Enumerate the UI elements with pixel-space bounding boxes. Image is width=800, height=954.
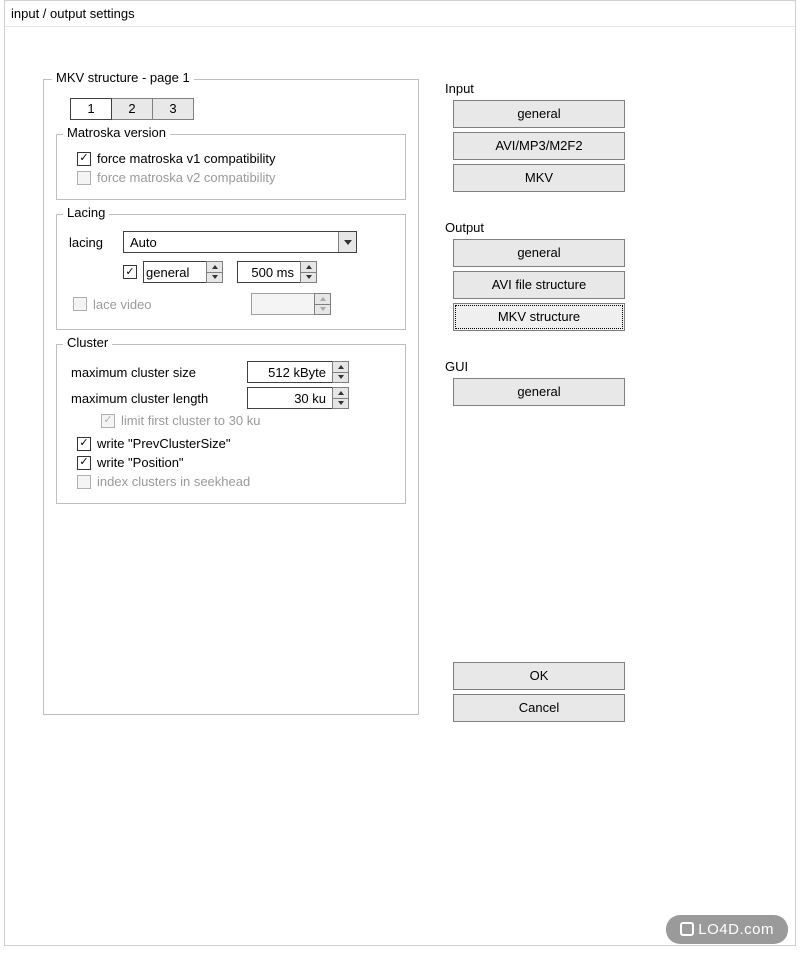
- spin-down-icon[interactable]: [332, 372, 349, 384]
- lacing-label: lacing: [69, 235, 117, 250]
- spin-down-icon[interactable]: [206, 272, 223, 284]
- general-lacing-spin[interactable]: [143, 261, 223, 283]
- lace-video-checkbox: [73, 297, 87, 311]
- left-column: MKV structure - page 1 123 Matroska vers…: [43, 79, 419, 715]
- max-cluster-length-input[interactable]: [247, 387, 333, 409]
- input-avi-button[interactable]: AVI/MP3/M2F2: [453, 132, 625, 160]
- write-prevclustersize-checkbox[interactable]: ✓: [77, 437, 91, 451]
- lacing-legend: Lacing: [63, 205, 109, 220]
- input-section-label: Input: [445, 81, 635, 96]
- right-column: Input general AVI/MP3/M2F2 MKV Output ge…: [445, 79, 635, 410]
- ms-input[interactable]: [237, 261, 301, 283]
- spin-down-icon[interactable]: [300, 272, 317, 284]
- matroska-version-fieldset: Matroska version ✓ force matroska v1 com…: [56, 134, 406, 200]
- gui-section-label: GUI: [445, 359, 635, 374]
- watermark-icon: [680, 922, 694, 936]
- page-tabs: 123: [70, 98, 406, 120]
- cluster-legend: Cluster: [63, 335, 112, 350]
- force-v2-checkbox: [77, 171, 91, 185]
- input-general-button[interactable]: general: [453, 100, 625, 128]
- spin-down-icon[interactable]: [332, 398, 349, 410]
- page-tab-2[interactable]: 2: [111, 98, 153, 120]
- lace-video-input: [251, 293, 315, 315]
- watermark-text: LO4D.com: [698, 921, 774, 938]
- general-lacing-checkbox[interactable]: ✓: [123, 265, 137, 279]
- spin-down-icon: [314, 304, 331, 316]
- action-buttons: OK Cancel: [453, 662, 633, 726]
- page-tab-3[interactable]: 3: [152, 98, 194, 120]
- ms-spin[interactable]: [237, 261, 317, 283]
- lace-video-label: lace video: [93, 297, 233, 312]
- watermark: LO4D.com: [666, 915, 788, 944]
- output-general-button[interactable]: general: [453, 239, 625, 267]
- max-cluster-size-label: maximum cluster size: [71, 365, 241, 380]
- page-tab-1[interactable]: 1: [70, 98, 112, 120]
- mkv-structure-fieldset: MKV structure - page 1 123 Matroska vers…: [43, 79, 419, 715]
- max-cluster-size-input[interactable]: [247, 361, 333, 383]
- force-v1-label: force matroska v1 compatibility: [97, 151, 275, 166]
- force-v2-label: force matroska v2 compatibility: [97, 170, 275, 185]
- force-v1-checkbox[interactable]: ✓: [77, 152, 91, 166]
- client-area: MKV structure - page 1 123 Matroska vers…: [5, 27, 795, 945]
- write-position-label: write "Position": [97, 455, 184, 470]
- cluster-fieldset: Cluster maximum cluster size maximum clu…: [56, 344, 406, 504]
- ok-button[interactable]: OK: [453, 662, 625, 690]
- output-section-label: Output: [445, 220, 635, 235]
- lace-video-spin: [251, 293, 331, 315]
- lacing-fieldset: Lacing lacing Auto ✓: [56, 214, 406, 330]
- output-avi-structure-button[interactable]: AVI file structure: [453, 271, 625, 299]
- window: input / output settings MKV structure - …: [4, 0, 796, 946]
- window-title: input / output settings: [5, 1, 795, 27]
- chevron-down-icon: [338, 232, 356, 252]
- general-lacing-input[interactable]: [143, 261, 207, 283]
- max-cluster-length-label: maximum cluster length: [71, 391, 241, 406]
- max-cluster-length-spin[interactable]: [247, 387, 349, 409]
- output-mkv-structure-button[interactable]: MKV structure: [453, 303, 625, 331]
- limit-first-cluster-label: limit first cluster to 30 ku: [121, 413, 260, 428]
- cancel-button[interactable]: Cancel: [453, 694, 625, 722]
- write-prevclustersize-label: write "PrevClusterSize": [97, 436, 231, 451]
- matroska-version-legend: Matroska version: [63, 125, 170, 140]
- index-clusters-label: index clusters in seekhead: [97, 474, 250, 489]
- lacing-mode-value: Auto: [130, 235, 157, 250]
- write-position-checkbox[interactable]: ✓: [77, 456, 91, 470]
- index-clusters-checkbox: [77, 475, 91, 489]
- limit-first-cluster-checkbox: ✓: [101, 414, 115, 428]
- max-cluster-size-spin[interactable]: [247, 361, 349, 383]
- lacing-mode-combo[interactable]: Auto: [123, 231, 357, 253]
- input-mkv-button[interactable]: MKV: [453, 164, 625, 192]
- mkv-structure-legend: MKV structure - page 1: [52, 70, 194, 85]
- gui-general-button[interactable]: general: [453, 378, 625, 406]
